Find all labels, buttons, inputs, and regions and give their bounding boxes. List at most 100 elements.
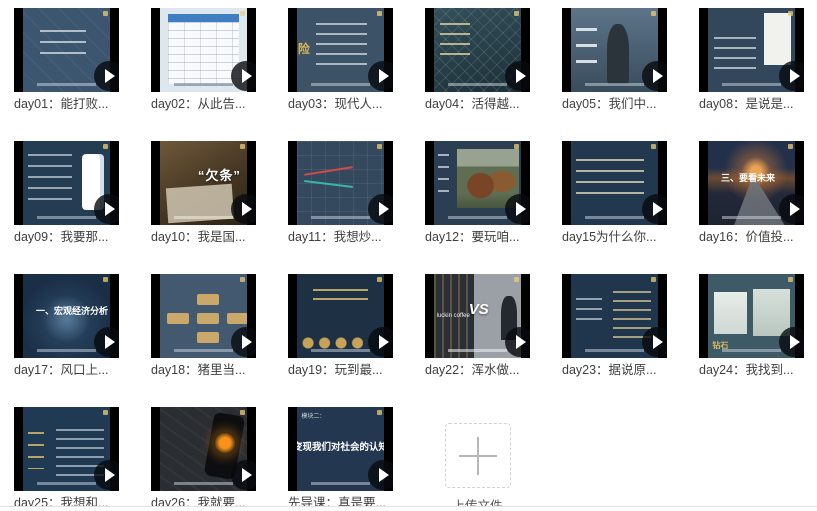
thumbnail-caption-line (37, 216, 96, 219)
play-button-icon[interactable] (231, 194, 256, 224)
upload-dropzone[interactable] (445, 423, 511, 488)
play-button-icon[interactable] (779, 194, 804, 224)
video-title: day17：风口上... (14, 362, 119, 378)
video-thumbnail[interactable] (562, 8, 667, 92)
plus-icon (459, 437, 497, 475)
watermark-icon (377, 11, 382, 16)
video-card[interactable]: 三、要看未来 day16：价值投... (699, 141, 804, 245)
thumbnail-caption-line (37, 482, 96, 485)
video-thumbnail[interactable] (425, 141, 530, 225)
watermark-icon (240, 144, 245, 149)
watermark-icon (651, 11, 656, 16)
play-button-icon[interactable] (94, 61, 119, 91)
play-button-icon[interactable] (642, 194, 667, 224)
video-thumbnail[interactable]: 险 (288, 8, 393, 92)
video-card[interactable]: day01：能打败... (14, 8, 119, 112)
watermark-icon (377, 277, 382, 282)
thumbnail-overlay-subtext: luckin coffee (437, 313, 470, 319)
video-thumbnail[interactable] (562, 274, 667, 358)
video-thumbnail[interactable] (151, 8, 256, 92)
video-card[interactable]: day15为什么你... (562, 141, 667, 245)
video-card[interactable]: day23：据说原... (562, 274, 667, 378)
play-button-icon[interactable] (505, 194, 530, 224)
play-button-icon[interactable] (231, 460, 256, 490)
watermark-icon (240, 410, 245, 415)
watermark-icon (788, 11, 793, 16)
video-card[interactable]: 一、宏观经济分析 day17：风口上... (14, 274, 119, 378)
thumbnail-caption-line (585, 83, 644, 86)
thumbnail-overlay-text: “欠条” (198, 165, 241, 184)
watermark-icon (514, 277, 519, 282)
video-card[interactable]: day04：活得越... (425, 8, 530, 112)
play-button-icon[interactable] (231, 327, 256, 357)
video-title: day15为什么你... (562, 229, 667, 245)
video-thumbnail[interactable] (562, 141, 667, 225)
watermark-icon (514, 11, 519, 16)
video-title: day22：浑水做... (425, 362, 530, 378)
video-card[interactable]: day26：我就要... (151, 407, 256, 511)
video-card[interactable]: day08：是说是... (699, 8, 804, 112)
play-button-icon[interactable] (368, 194, 393, 224)
video-thumbnail[interactable]: 一、宏观经济分析 (14, 274, 119, 358)
video-card[interactable]: day11：我想炒... (288, 141, 393, 245)
video-thumbnail[interactable] (14, 407, 119, 491)
video-thumbnail[interactable] (425, 8, 530, 92)
video-thumbnail[interactable]: 三、要看未来 (699, 141, 804, 225)
bottom-divider (0, 506, 817, 511)
play-button-icon[interactable] (94, 460, 119, 490)
video-card[interactable]: VSluckin coffee day22：浑水做... (425, 274, 530, 378)
play-button-icon[interactable] (779, 327, 804, 357)
video-card[interactable]: day12：要玩咱... (425, 141, 530, 245)
video-title: day02：从此告... (151, 96, 256, 112)
watermark-icon (103, 11, 108, 16)
video-card[interactable]: “欠条”day10：我是国... (151, 141, 256, 245)
video-card[interactable]: day05：我们中... (562, 8, 667, 112)
video-thumbnail[interactable] (699, 8, 804, 92)
video-thumbnail[interactable] (288, 141, 393, 225)
play-button-icon[interactable] (94, 327, 119, 357)
upload-tile[interactable]: 上传文件 (425, 407, 530, 511)
thumbnail-overlay-text: VS (469, 301, 489, 318)
video-title: day01：能打败... (14, 96, 119, 112)
thumbnail-caption-line (174, 482, 233, 485)
play-button-icon[interactable] (505, 61, 530, 91)
video-thumbnail[interactable] (288, 274, 393, 358)
video-card[interactable]: 变现我们对社会的认知模块二：先导课：真是要... (288, 407, 393, 511)
thumbnail-caption-line (722, 83, 781, 86)
play-button-icon[interactable] (779, 61, 804, 91)
video-card[interactable]: day19：玩到最... (288, 274, 393, 378)
thumbnail-caption-line (585, 216, 644, 219)
video-thumbnail[interactable]: “欠条” (151, 141, 256, 225)
thumbnail-caption-line (448, 83, 507, 86)
video-card[interactable]: day09：我要那... (14, 141, 119, 245)
play-button-icon[interactable] (231, 61, 256, 91)
video-title: day16：价值投... (699, 229, 804, 245)
play-button-icon[interactable] (94, 194, 119, 224)
thumbnail-overlay-subtext: 模块二： (301, 411, 325, 420)
video-thumbnail[interactable] (151, 274, 256, 358)
thumbnail-caption-line (448, 349, 507, 352)
video-card[interactable]: day18：猪里当... (151, 274, 256, 378)
video-thumbnail[interactable] (14, 141, 119, 225)
video-card[interactable]: 钻石 day24：我找到... (699, 274, 804, 378)
video-title: day24：我找到... (699, 362, 804, 378)
play-button-icon[interactable] (642, 61, 667, 91)
play-button-icon[interactable] (368, 327, 393, 357)
video-grid: day01：能打败... day02：从此告... 险day03：现代人... day… (0, 0, 817, 511)
play-button-icon[interactable] (368, 61, 393, 91)
video-card[interactable]: day02：从此告... (151, 8, 256, 112)
video-thumbnail[interactable]: VSluckin coffee (425, 274, 530, 358)
play-button-icon[interactable] (505, 327, 530, 357)
thumbnail-caption-line (311, 349, 370, 352)
video-card[interactable]: day25：我想和... (14, 407, 119, 511)
play-button-icon[interactable] (642, 327, 667, 357)
video-card[interactable]: 险day03：现代人... (288, 8, 393, 112)
video-thumbnail[interactable]: 变现我们对社会的认知模块二： (288, 407, 393, 491)
watermark-icon (514, 144, 519, 149)
video-thumbnail[interactable] (14, 8, 119, 92)
video-thumbnail[interactable] (151, 407, 256, 491)
thumbnail-overlay-text: 三、要看未来 (721, 171, 775, 184)
play-button-icon[interactable] (368, 460, 393, 490)
thumbnail-caption-line (311, 482, 370, 485)
video-thumbnail[interactable]: 钻石 (699, 274, 804, 358)
